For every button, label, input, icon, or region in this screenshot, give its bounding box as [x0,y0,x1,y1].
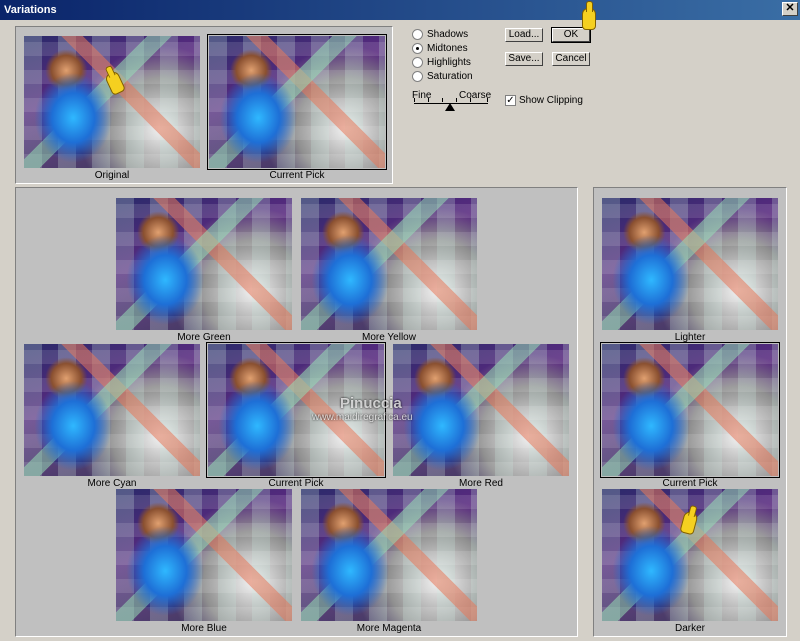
slider-tick [470,98,471,102]
save-button[interactable]: Save... [505,52,543,66]
original-image [24,36,200,168]
thumb-label: More Green [177,332,231,343]
slider-tick [456,98,457,102]
radio-label: Saturation [427,71,473,82]
thumb-label: More Red [459,478,503,489]
more-blue-image [116,489,292,621]
thumb-label: More Magenta [356,623,422,634]
thumb-label: Current Pick [269,170,325,181]
cancel-button[interactable]: Cancel [552,52,590,66]
watermark-url: www.maidiregrafica.eu [312,412,413,423]
more-red-image [393,344,569,476]
more-magenta-image [301,489,477,621]
radio-label: Highlights [427,57,471,68]
show-clipping-checkbox[interactable]: ✓ [505,95,516,106]
thumb-label: More Blue [181,623,227,634]
thumb-label: More Yellow [362,332,416,343]
watermark: Pinuccia www.maidiregrafica.eu [312,395,413,423]
lighter-image [602,198,778,330]
slider-thumb[interactable] [445,103,455,111]
slider-tick [487,98,488,102]
thumb-label: Lighter [674,332,706,343]
more-cyan-image [24,344,200,476]
current-pick-image [600,342,780,478]
thumb-label: Original [94,170,130,181]
load-button[interactable]: Load... [505,28,543,42]
title-bar: Variations ✕ [0,0,800,20]
thumb-label: More Cyan [87,478,137,489]
radio-highlights-circle [412,57,423,68]
current-pick-image [207,34,387,170]
slider-tick [442,98,443,102]
thumb-label: Current Pick [268,478,324,489]
show-clipping-label: Show Clipping [519,95,583,106]
close-button[interactable]: ✕ [782,2,798,16]
slider-tick [428,98,429,102]
thumb-label: Current Pick [662,478,718,489]
radio-label: Midtones [427,43,468,54]
more-green-image [116,198,292,330]
watermark-name: Pinuccia [340,395,402,412]
thumb-label: Darker [674,623,705,634]
radio-saturation-circle [412,71,423,82]
hand-pointer-icon [582,1,596,30]
slider-tick [414,98,415,102]
radio-label: Shadows [427,29,469,40]
ok-button[interactable]: OK [551,27,591,43]
radio-midtones-circle [412,43,423,54]
more-yellow-image [301,198,477,330]
radio-shadows-circle [412,29,423,40]
window-title: Variations [4,4,57,16]
